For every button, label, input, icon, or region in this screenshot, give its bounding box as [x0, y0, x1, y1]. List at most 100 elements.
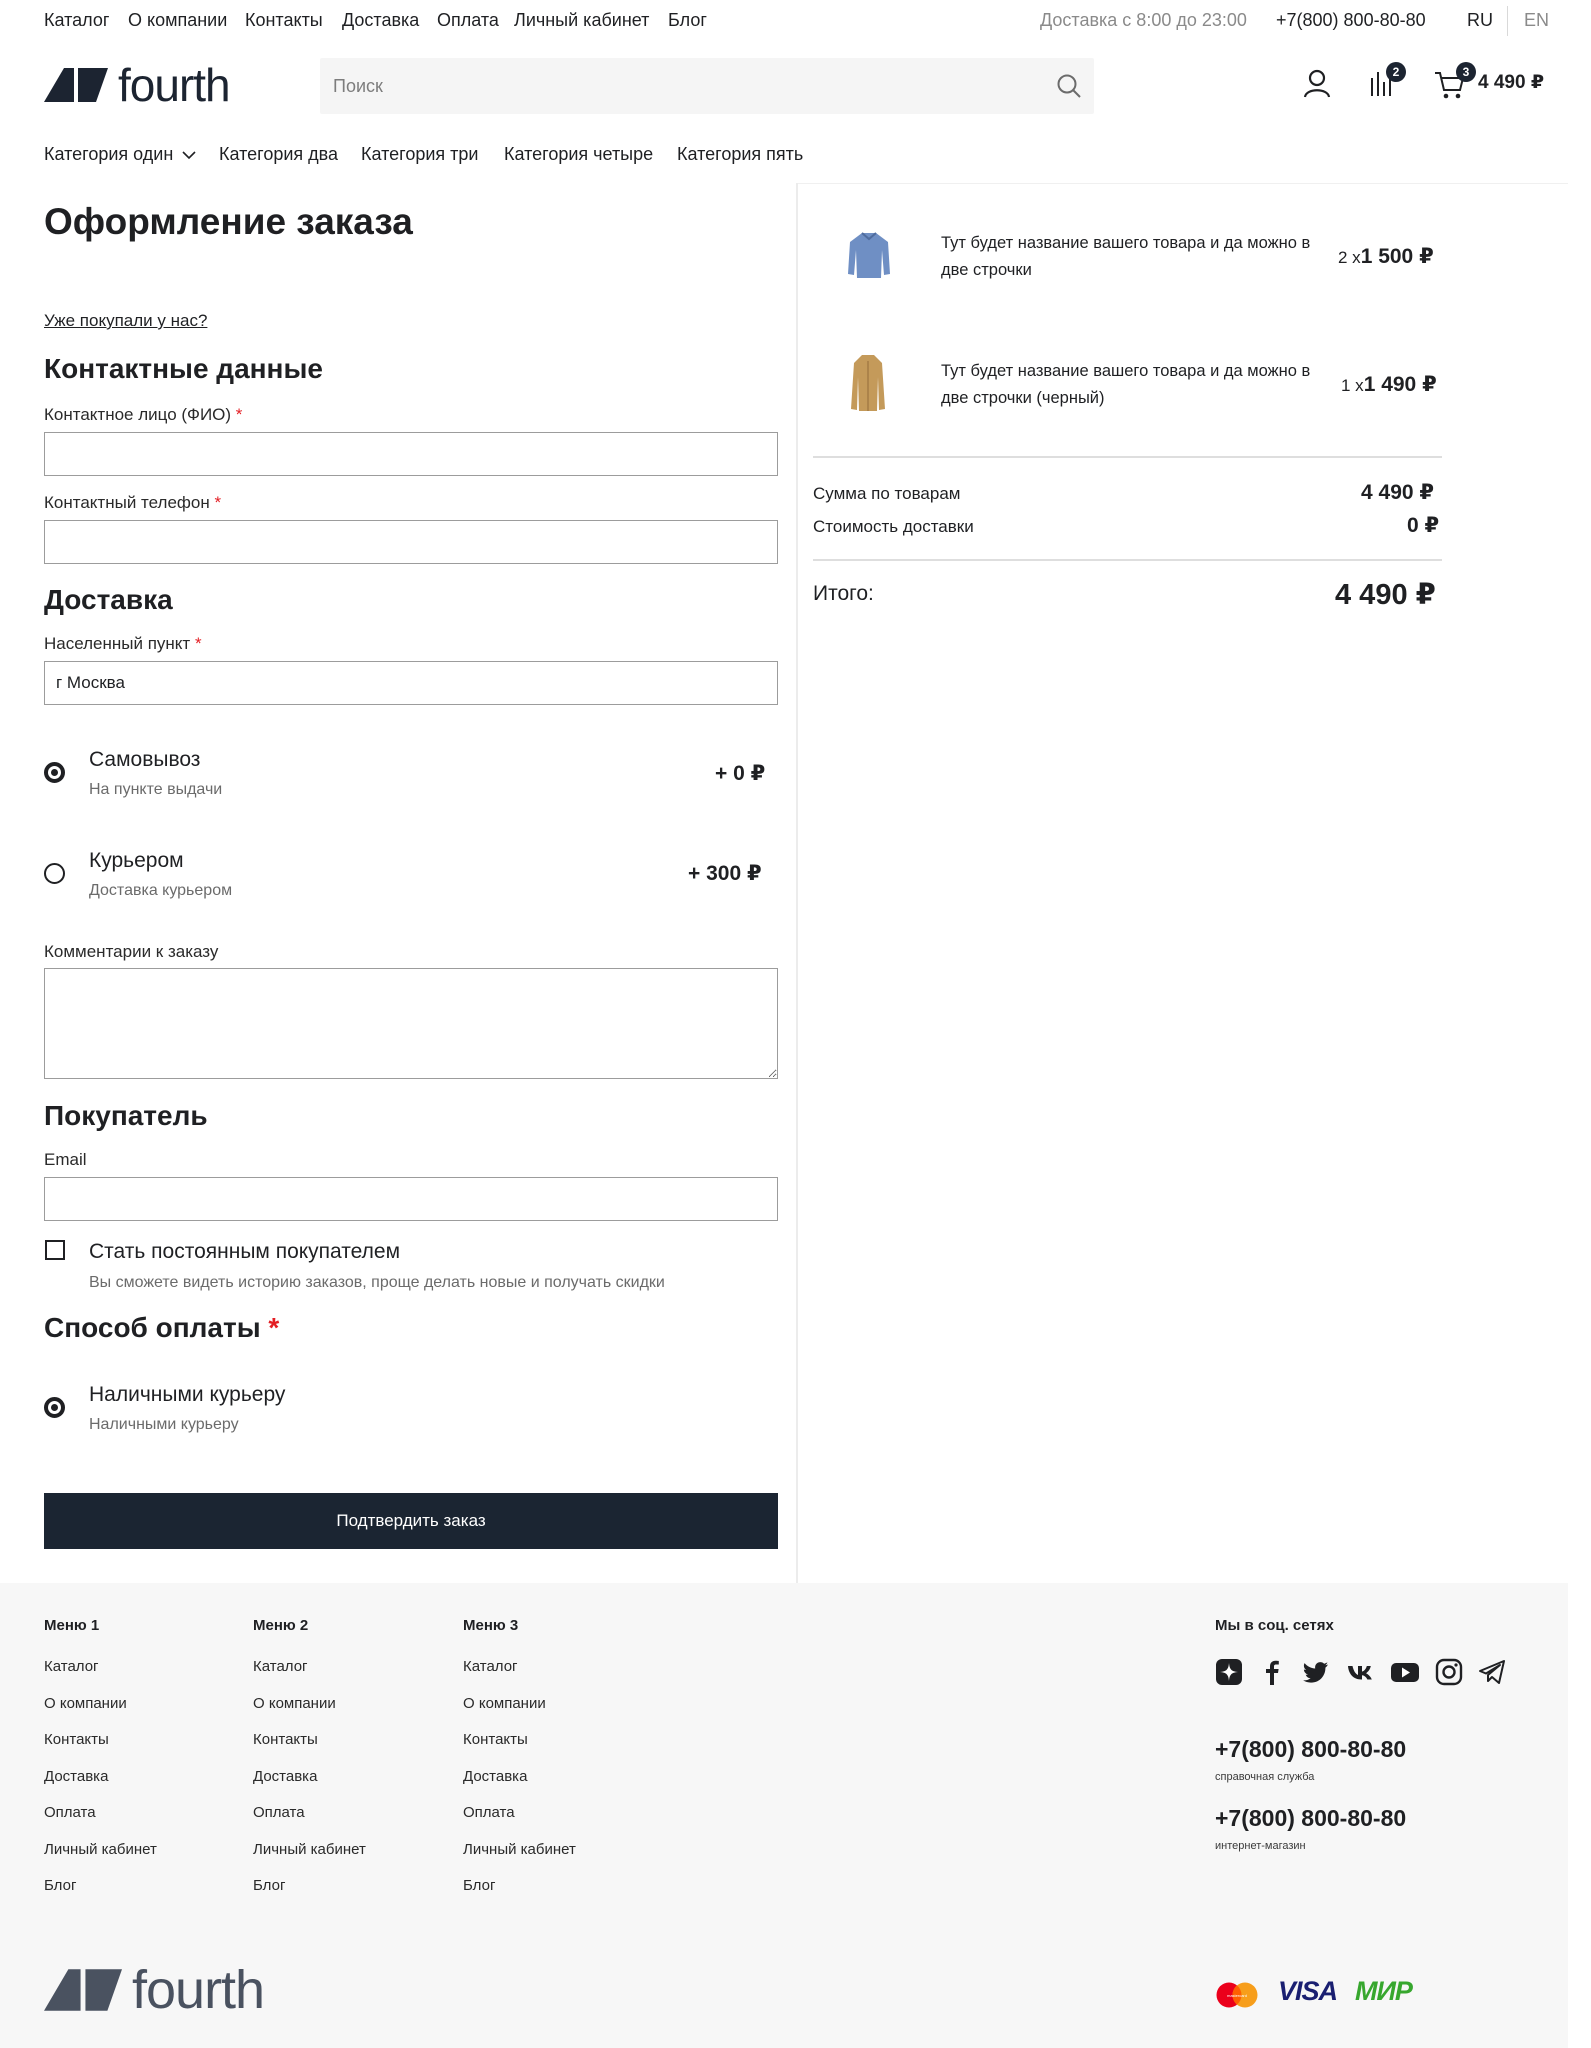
product-thumb-coat[interactable]	[850, 353, 886, 413]
topnav-link-payment[interactable]: Оплата	[437, 10, 499, 31]
compare-button[interactable]: 2	[1368, 62, 1406, 100]
footer-phone-support[interactable]: +7(800) 800-80-80	[1215, 1736, 1406, 1763]
category-five[interactable]: Категория пять	[677, 144, 803, 165]
topnav-link-account[interactable]: Личный кабинет	[514, 10, 649, 31]
footer-link[interactable]: Доставка	[253, 1768, 317, 1785]
lang-en[interactable]: EN	[1524, 10, 1549, 31]
cart-item-name[interactable]: Тут будет название вашего товара и да мо…	[941, 230, 1321, 284]
total-value: 4 490 ₽	[1335, 579, 1436, 611]
mastercard-icon: mastercard	[1216, 1982, 1258, 2008]
footer-menu-2-title: Меню 2	[253, 1617, 309, 1634]
product-thumb-sweater[interactable]	[846, 230, 892, 280]
total-label: Итого:	[813, 582, 874, 605]
delivery-courier-title: Курьером	[89, 849, 184, 872]
summary-divider	[813, 559, 1442, 561]
logo-mark-icon	[44, 1969, 122, 2011]
lang-ru[interactable]: RU	[1467, 10, 1493, 31]
telegram-icon[interactable]	[1478, 1658, 1506, 1686]
footer-link[interactable]: Каталог	[44, 1658, 99, 1675]
footer-logo[interactable]: fourth	[44, 1963, 265, 2017]
footer-link[interactable]: Блог	[463, 1877, 495, 1894]
comment-textarea[interactable]	[44, 968, 778, 1079]
category-one[interactable]: Категория один	[44, 144, 196, 165]
instagram-icon[interactable]	[1435, 1658, 1463, 1686]
footer-link[interactable]: Каталог	[463, 1658, 518, 1675]
search-icon[interactable]	[1056, 73, 1082, 99]
topnav-link-blog[interactable]: Блог	[668, 10, 707, 31]
category-three[interactable]: Категория три	[361, 144, 478, 165]
phone-input[interactable]	[44, 520, 778, 564]
delivery-pickup-title: Самовывоз	[89, 748, 201, 771]
payment-cash-radio[interactable]	[44, 1397, 65, 1418]
cart-badge: 3	[1456, 62, 1476, 82]
youtube-icon[interactable]	[1390, 1658, 1420, 1686]
delivery-courier-subtitle: Доставка курьером	[89, 882, 233, 899]
comment-label: Комментарии к заказу	[44, 942, 219, 961]
topnav-link-catalog[interactable]: Каталог	[44, 10, 109, 31]
shipping-value: 0 ₽	[1407, 514, 1440, 537]
footer-link[interactable]: Оплата	[463, 1804, 515, 1821]
facebook-icon[interactable]	[1262, 1658, 1282, 1686]
footer-link[interactable]: Личный кабинет	[463, 1841, 576, 1858]
delivery-pickup-subtitle: На пункте выдачи	[89, 781, 223, 798]
submit-order-button[interactable]: Подтвердить заказ	[44, 1493, 778, 1549]
footer-link[interactable]: Контакты	[463, 1731, 528, 1748]
compare-badge: 2	[1386, 62, 1406, 82]
footer-link[interactable]: Доставка	[44, 1768, 108, 1785]
logo-mark-icon	[44, 68, 108, 102]
required-mark: *	[235, 405, 243, 424]
topnav-link-about[interactable]: О компании	[128, 10, 227, 31]
header-logo[interactable]: fourth	[44, 62, 231, 108]
cart-item-qty-price: 1 x1 490 ₽	[1341, 373, 1437, 396]
footer-link[interactable]: Оплата	[44, 1804, 96, 1821]
search-bar	[320, 58, 1094, 114]
category-two[interactable]: Категория два	[219, 144, 338, 165]
footer-link[interactable]: О компании	[463, 1695, 546, 1712]
required-mark: *	[268, 1312, 280, 1343]
cart-total[interactable]: 4 490 ₽	[1478, 71, 1544, 94]
delivery-pickup-radio[interactable]	[44, 762, 65, 783]
footer-link[interactable]: Доставка	[463, 1768, 527, 1785]
returning-customer-link[interactable]: Уже покупали у нас?	[44, 311, 207, 331]
user-icon[interactable]	[1302, 68, 1332, 98]
top-phone[interactable]: +7(800) 800-80-80	[1276, 10, 1426, 31]
twitter-icon[interactable]	[1302, 1658, 1330, 1686]
search-input[interactable]	[320, 58, 1020, 114]
email-input[interactable]	[44, 1177, 778, 1221]
buyer-heading: Покупатель	[44, 1100, 208, 1131]
footer-link[interactable]: Личный кабинет	[44, 1841, 157, 1858]
column-divider	[796, 183, 798, 1583]
footer-phone-support-note: справочная служба	[1215, 1771, 1315, 1783]
shipping-label: Стоимость доставки	[813, 517, 974, 536]
footer-link[interactable]: Личный кабинет	[253, 1841, 366, 1858]
footer-link[interactable]: Блог	[44, 1877, 76, 1894]
footer-phone-shop[interactable]: +7(800) 800-80-80	[1215, 1805, 1406, 1832]
social-title: Мы в соц. сетях	[1215, 1617, 1334, 1634]
footer-link[interactable]: Оплата	[253, 1804, 305, 1821]
contact-name-input[interactable]	[44, 432, 778, 476]
footer-link[interactable]: О компании	[253, 1695, 336, 1712]
footer-link[interactable]: Блог	[253, 1877, 285, 1894]
footer-link[interactable]: Контакты	[253, 1731, 318, 1748]
topnav-link-delivery[interactable]: Доставка	[342, 10, 419, 31]
category-four[interactable]: Категория четыре	[504, 144, 653, 165]
cart-item-name[interactable]: Тут будет название вашего товара и да мо…	[941, 358, 1321, 412]
topnav-link-contacts[interactable]: Контакты	[245, 10, 323, 31]
visa-logo: VISA	[1278, 1976, 1338, 2006]
vk-icon[interactable]	[1346, 1658, 1376, 1686]
regular-customer-checkbox[interactable]	[45, 1240, 65, 1260]
payment-cash-subtitle: Наличными курьеру	[89, 1416, 239, 1433]
cart-item-qty-price: 2 x1 500 ₽	[1338, 245, 1434, 268]
delivery-pickup-price: + 0 ₽	[715, 762, 766, 785]
lang-divider	[1507, 6, 1508, 36]
footer-link[interactable]: Контакты	[44, 1731, 109, 1748]
footer-link[interactable]: О компании	[44, 1695, 127, 1712]
required-mark: *	[194, 634, 202, 653]
city-input[interactable]	[44, 661, 778, 705]
page-title: Оформление заказа	[44, 201, 413, 242]
summary-divider	[813, 456, 1442, 458]
yandex-zen-icon[interactable]	[1215, 1658, 1243, 1686]
delivery-courier-radio[interactable]	[44, 863, 65, 884]
cart-button[interactable]: 3	[1434, 62, 1476, 100]
footer-link[interactable]: Каталог	[253, 1658, 308, 1675]
